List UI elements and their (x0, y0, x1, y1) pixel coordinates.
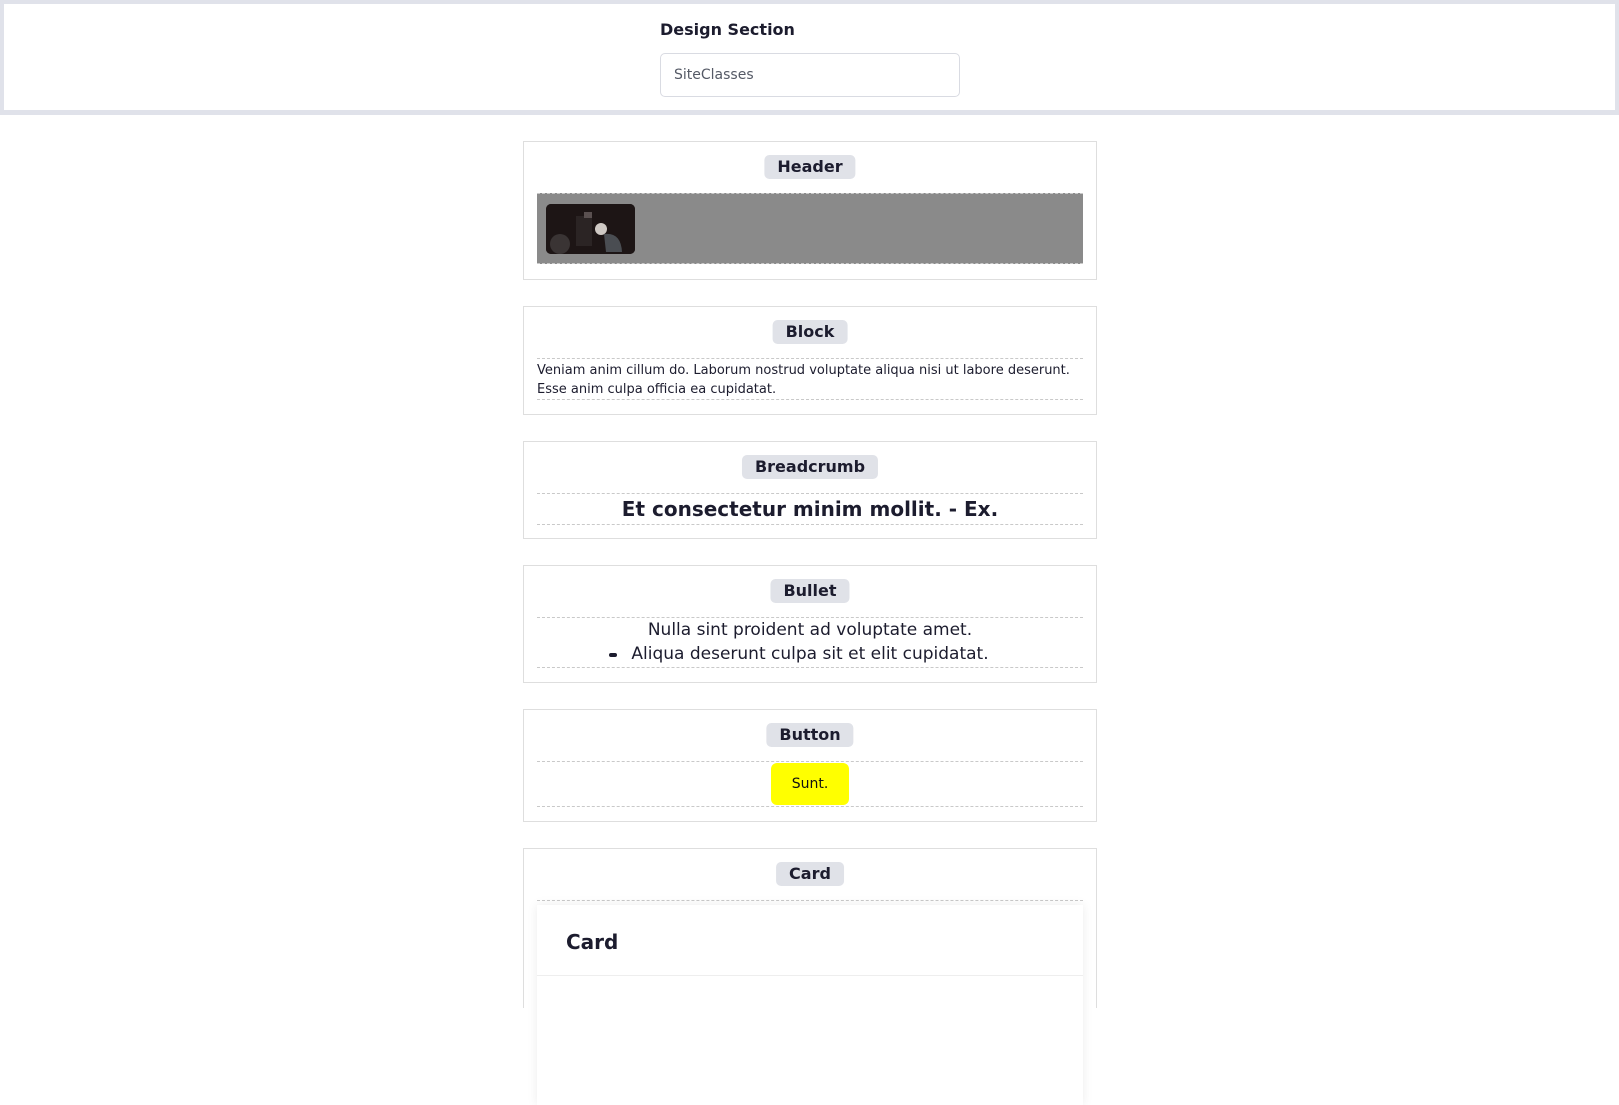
section-bullet: Bullet Nulla sint proident ad voluptate … (523, 565, 1097, 683)
button-preview: Sunt. (537, 761, 1083, 807)
section-header: Header (523, 141, 1097, 280)
section-title-block: Block (772, 320, 848, 344)
section-button: Button Sunt. (523, 709, 1097, 822)
bullet-preview: Nulla sint proident ad voluptate amet. A… (537, 617, 1083, 668)
bullet-line-2: Aliqua deserunt culpa sit et elit cupida… (631, 644, 989, 664)
list-item: Aliqua deserunt culpa sit et elit cupida… (609, 642, 989, 666)
design-section-label: Design Section (660, 20, 795, 39)
card-divider (537, 975, 1083, 976)
section-title-card: Card (776, 862, 844, 886)
card-title: Card (566, 930, 619, 954)
sunt-button[interactable]: Sunt. (771, 763, 849, 805)
section-block: Block Veniam anim cillum do. Laborum nos… (523, 306, 1097, 415)
design-section-select[interactable]: SiteClasses (660, 53, 960, 97)
bullet-dash-icon (609, 653, 618, 657)
block-preview: Veniam anim cillum do. Laborum nostrud v… (537, 358, 1083, 400)
card: Card (537, 905, 1083, 1105)
section-title-bullet: Bullet (770, 579, 850, 603)
bullet-line-1: Nulla sint proident ad voluptate amet. (647, 620, 973, 640)
section-card: Card Card (523, 848, 1097, 1105)
section-title-header: Header (764, 155, 856, 179)
breadcrumb-preview: Et consectetur minim mollit. - Ex. (537, 493, 1083, 525)
section-breadcrumb: Breadcrumb Et consectetur minim mollit. … (523, 441, 1097, 539)
block-text: Veniam anim cillum do. Laborum nostrud v… (537, 363, 1070, 397)
section-title-button: Button (766, 723, 854, 747)
breadcrumb-text: Et consectetur minim mollit. - Ex. (621, 497, 999, 521)
section-title-breadcrumb: Breadcrumb (741, 455, 879, 479)
header-logo-image (546, 204, 635, 254)
design-section-bar: Design Section SiteClasses (0, 0, 1619, 115)
card-preview (537, 900, 1083, 901)
header-preview (537, 193, 1083, 264)
